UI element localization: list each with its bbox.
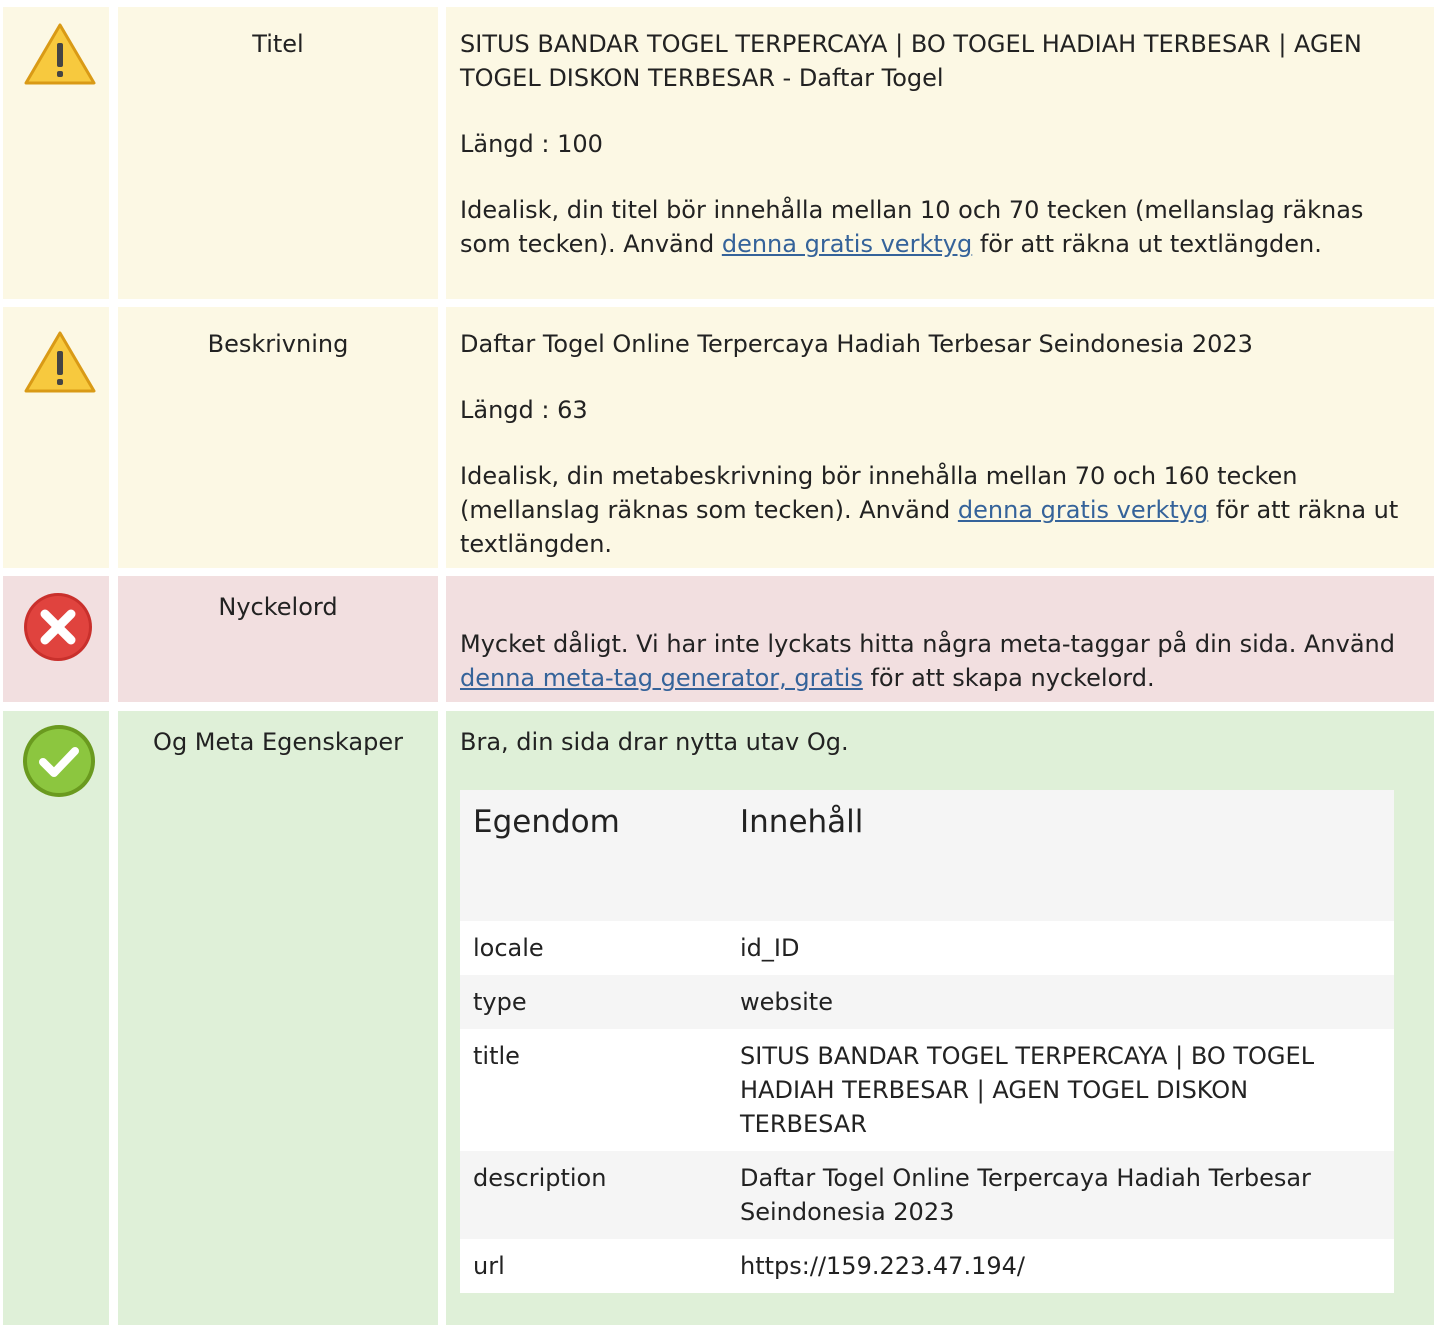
seo-report: Titel SITUS BANDAR TOGEL TERPERCAYA | BO… <box>0 0 1443 1325</box>
og-content: id_ID <box>740 934 800 962</box>
og-summary: Bra, din sida drar nytta utav Og. <box>460 728 849 756</box>
table-header: Egendom Innehåll <box>460 790 1394 921</box>
description-advice: Idealisk, din metabeskrivning bör innehå… <box>460 459 1410 561</box>
warning-icon <box>24 23 96 85</box>
free-tool-link[interactable]: denna gratis verktyg <box>722 230 972 258</box>
meta-tag-generator-link[interactable]: denna meta-tag generator, gratis <box>460 664 863 692</box>
table-row: url https://159.223.47.194/ <box>460 1239 1394 1293</box>
status-cell <box>3 307 109 568</box>
free-tool-link[interactable]: denna gratis verktyg <box>958 496 1208 524</box>
status-cell <box>3 576 109 702</box>
og-properties-table: Egendom Innehåll locale id_ID type websi… <box>460 790 1394 1293</box>
og-property: locale <box>473 934 544 962</box>
description-row: Beskrivning Daftar Togel Online Terperca… <box>0 307 1443 568</box>
advice-text: för att skapa nyckelord. <box>862 664 1155 692</box>
title-value: SITUS BANDAR TOGEL TERPERCAYA | BO TOGEL… <box>460 30 1362 92</box>
row-label: Nyckelord <box>118 576 438 702</box>
status-cell <box>3 7 109 299</box>
row-label: Og Meta Egenskaper <box>118 711 438 1325</box>
status-cell <box>3 711 109 1325</box>
error-icon <box>24 593 92 661</box>
advice-text: för att räkna ut textlängden. <box>972 230 1322 258</box>
keywords-advice: Mycket dåligt. Vi har inte lyckats hitta… <box>460 627 1410 695</box>
row-content: SITUS BANDAR TOGEL TERPERCAYA | BO TOGEL… <box>446 7 1434 299</box>
row-label: Titel <box>118 7 438 299</box>
description-length: Längd : 63 <box>460 396 588 424</box>
og-content: SITUS BANDAR TOGEL TERPERCAYA | BO TOGEL… <box>740 1042 1315 1138</box>
row-label: Beskrivning <box>118 307 438 568</box>
row-content: Daftar Togel Online Terpercaya Hadiah Te… <box>446 307 1434 568</box>
warning-icon <box>24 331 96 393</box>
table-row: description Daftar Togel Online Terperca… <box>460 1151 1394 1239</box>
og-property: title <box>473 1042 520 1070</box>
og-content: Daftar Togel Online Terpercaya Hadiah Te… <box>740 1164 1311 1226</box>
og-content: website <box>740 988 833 1016</box>
og-property: description <box>473 1164 607 1192</box>
title-row: Titel SITUS BANDAR TOGEL TERPERCAYA | BO… <box>0 7 1443 299</box>
description-value: Daftar Togel Online Terpercaya Hadiah Te… <box>460 330 1253 358</box>
og-property: type <box>473 988 527 1016</box>
check-icon <box>23 725 95 797</box>
title-advice: Idealisk, din titel bör innehålla mellan… <box>460 193 1410 261</box>
table-row: title SITUS BANDAR TOGEL TERPERCAYA | BO… <box>460 1029 1394 1151</box>
og-content: https://159.223.47.194/ <box>740 1252 1025 1280</box>
row-content: Mycket dåligt. Vi har inte lyckats hitta… <box>446 576 1434 702</box>
og-property: url <box>473 1252 505 1280</box>
title-length: Längd : 100 <box>460 130 603 158</box>
table-row: type website <box>460 975 1394 1029</box>
advice-text: Mycket dåligt. Vi har inte lyckats hitta… <box>460 630 1395 658</box>
column-header-content: Innehåll <box>740 804 864 840</box>
column-header-property: Egendom <box>473 804 620 840</box>
table-row: locale id_ID <box>460 921 1394 975</box>
keywords-row: Nyckelord Mycket dåligt. Vi har inte lyc… <box>0 576 1443 702</box>
